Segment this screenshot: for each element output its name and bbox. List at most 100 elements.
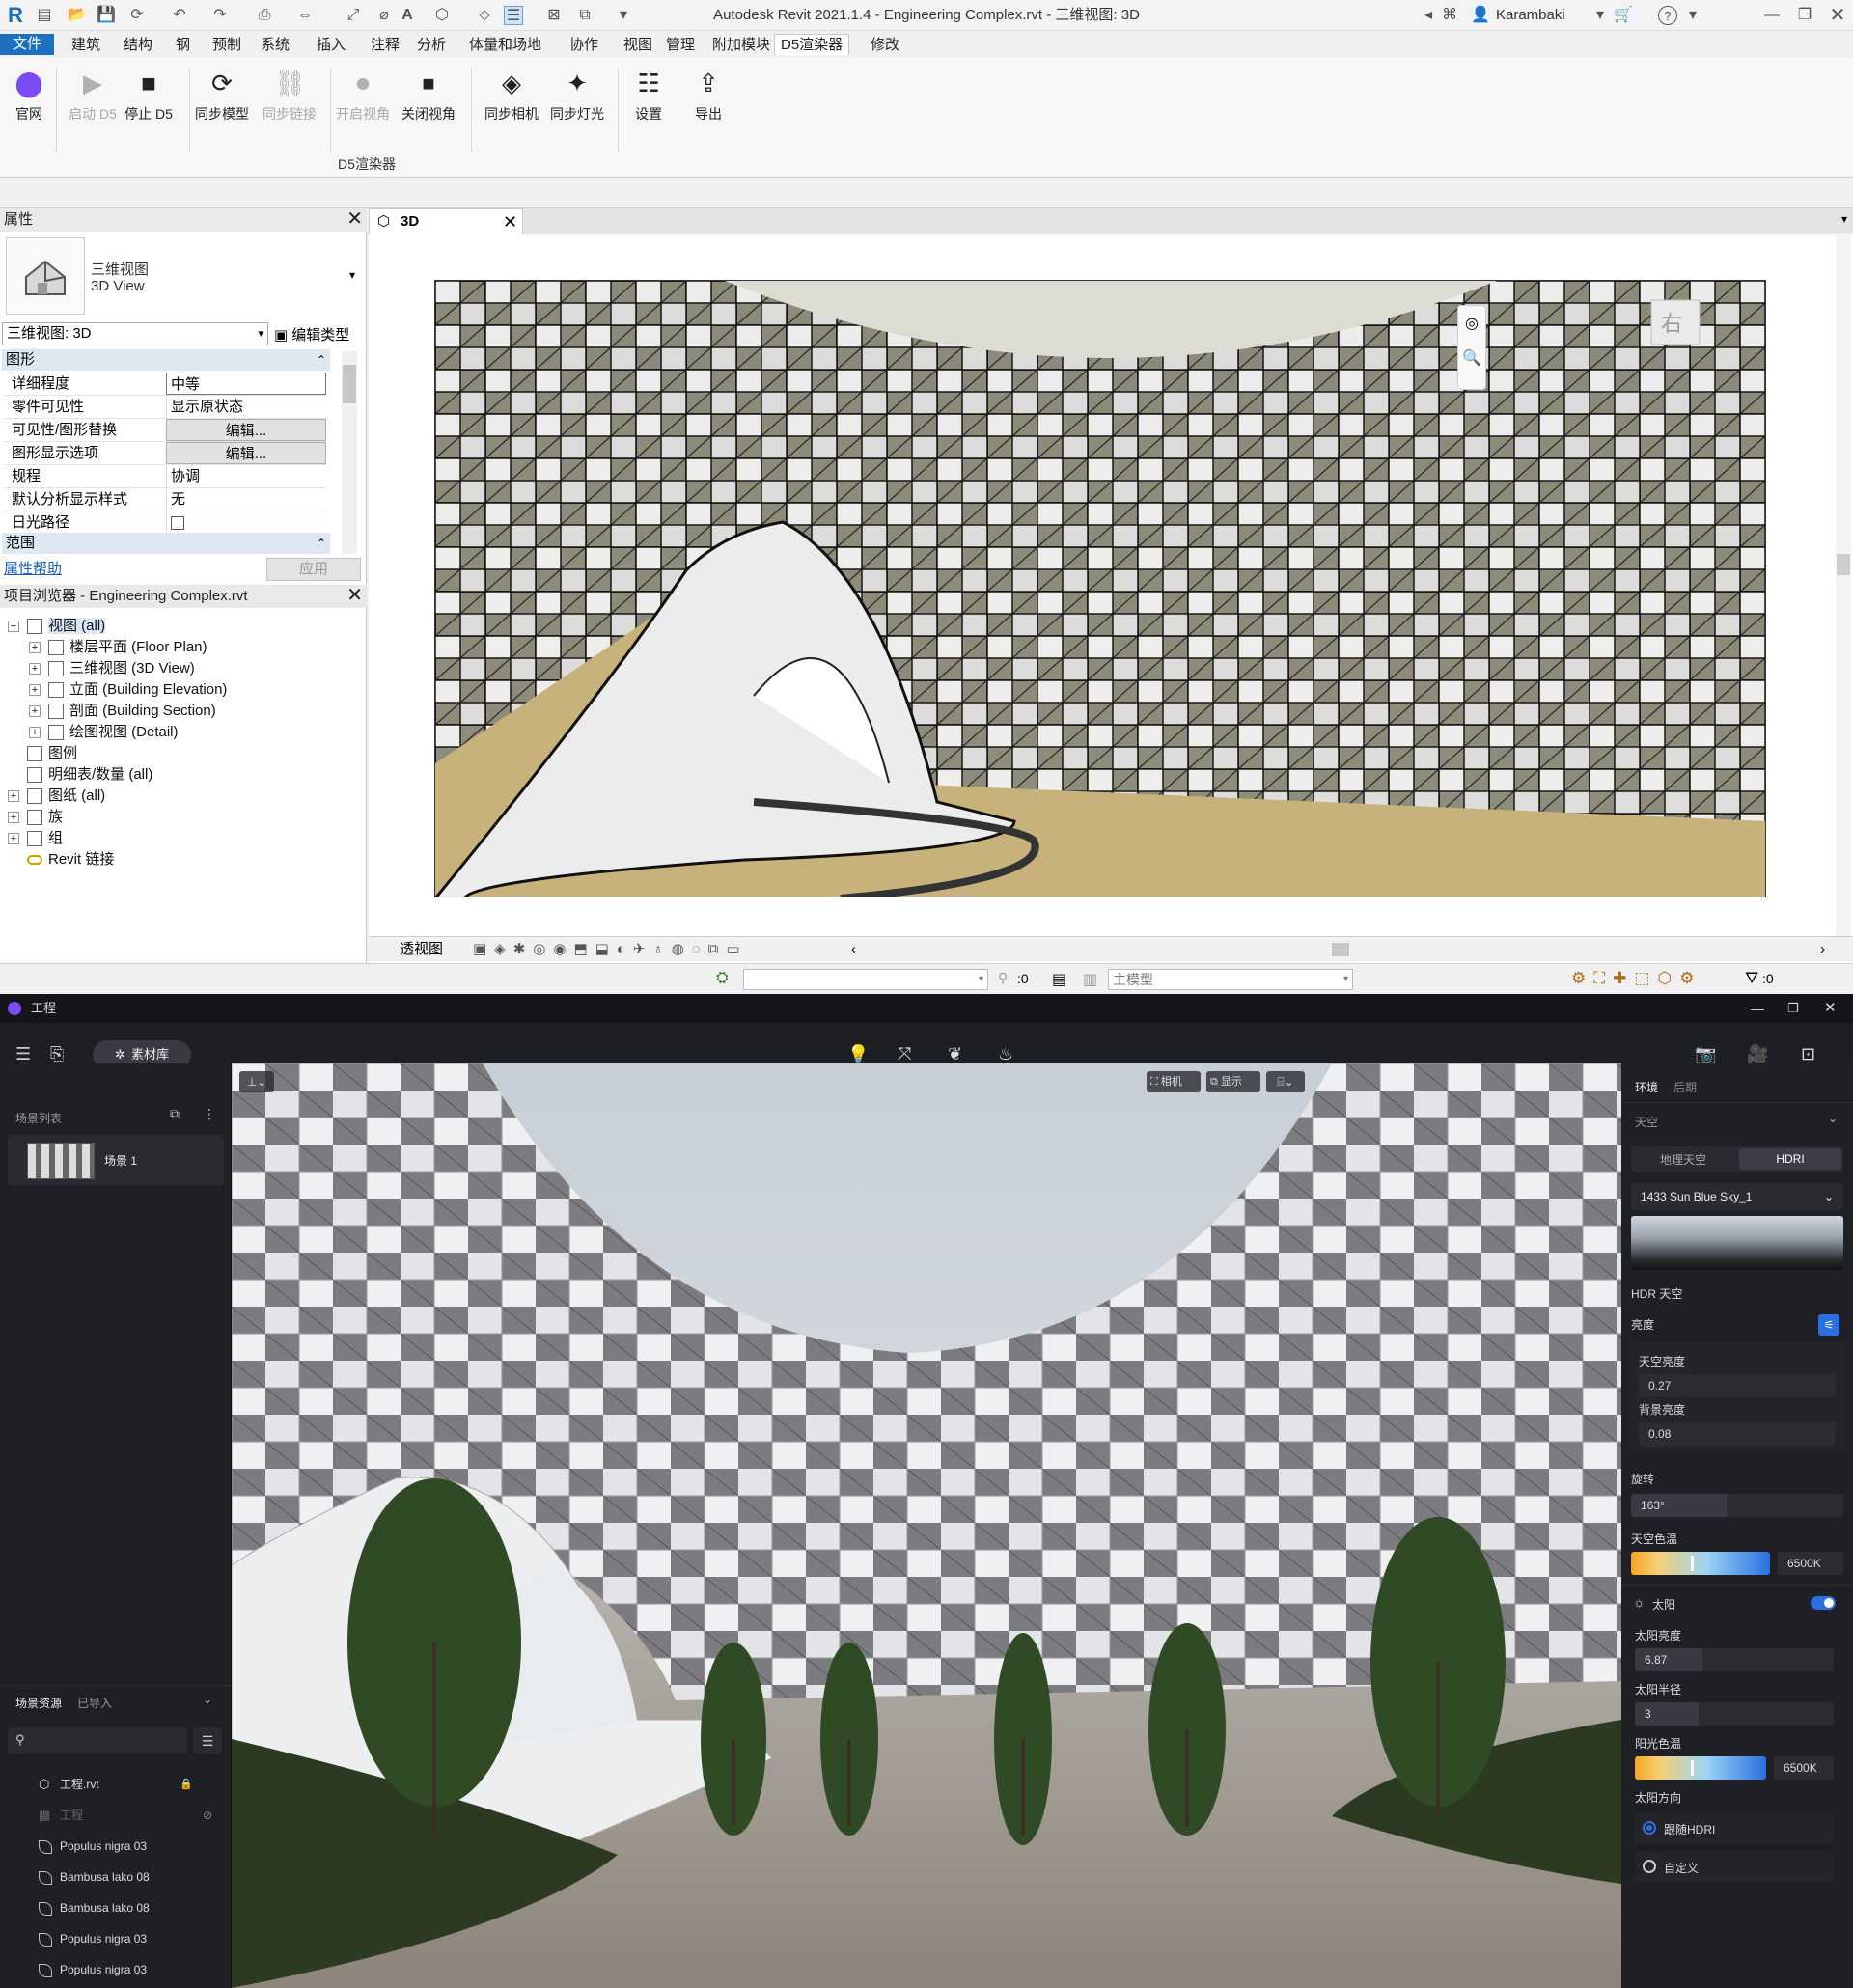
- zoom-icon[interactable]: 🔍: [1458, 348, 1485, 368]
- list-view-icon[interactable]: ☰: [193, 1727, 222, 1754]
- view-selector[interactable]: 三维视图: 3D ▾: [2, 322, 268, 345]
- view-tab-3d[interactable]: ⬡ 3D ✕: [369, 208, 523, 234]
- lock-icon[interactable]: 🔒: [180, 1774, 193, 1795]
- asset-item[interactable]: ⬡ 工程.rvt 🔒: [39, 1774, 193, 1795]
- gizmo-dropdown-icon[interactable]: ⊥⌄: [239, 1071, 274, 1092]
- tab-menu-icon[interactable]: ▾: [1841, 212, 1847, 226]
- chevron-down-icon[interactable]: ⌄: [203, 1693, 212, 1706]
- expand-icon[interactable]: +: [29, 727, 41, 739]
- expand-icon[interactable]: +: [29, 642, 41, 654]
- property-value[interactable]: 协调: [166, 465, 326, 487]
- menu-5[interactable]: 系统: [255, 35, 295, 56]
- menu-8[interactable]: 分析: [411, 35, 452, 56]
- browser-node[interactable]: + 剖面 (Building Section): [29, 701, 216, 722]
- menu-0[interactable]: 文件: [0, 34, 54, 55]
- cart-icon[interactable]: 🛒: [1614, 6, 1633, 25]
- property-value[interactable]: 无: [166, 488, 326, 511]
- section-extent[interactable]: 范围 ⌃: [2, 533, 330, 554]
- sun-dir-option-hdri[interactable]: 跟随HDRI: [1635, 1812, 1834, 1843]
- ribbon-button-0[interactable]: ⬤ 官网: [0, 68, 58, 124]
- asset-item[interactable]: Populus nigra 03: [39, 1959, 147, 1980]
- close-tab-icon[interactable]: ✕: [503, 209, 517, 235]
- ribbon-button-2[interactable]: ■ 停止 D5: [120, 68, 178, 124]
- tab-environment[interactable]: 环境: [1635, 1079, 1658, 1095]
- help-dropdown-icon[interactable]: ▾: [1683, 6, 1702, 25]
- hdri-select[interactable]: 1433 Sun Blue Sky_1 ⌄: [1631, 1183, 1843, 1210]
- browser-node[interactable]: + 三维视图 (3D View): [29, 658, 195, 679]
- ribbon-button-8[interactable]: ✦ 同步灯光: [548, 68, 606, 124]
- adjust-icon[interactable]: ⚟: [1818, 1314, 1839, 1336]
- section-graphics[interactable]: 图形 ⌃: [2, 349, 330, 371]
- effects-icon[interactable]: ♨: [998, 1044, 1013, 1064]
- restore-icon[interactable]: ❐: [1795, 6, 1814, 25]
- camera-button[interactable]: ⛶ 相机: [1147, 1071, 1201, 1092]
- menu-icon[interactable]: ☰: [15, 1044, 31, 1064]
- restore-icon[interactable]: ❐: [1787, 994, 1799, 1023]
- ribbon-button-7[interactable]: ◈ 同步相机: [483, 68, 540, 124]
- asset-item[interactable]: Populus nigra 03: [39, 1836, 147, 1857]
- selection-options-icons[interactable]: ⚙⛶✚⬚⬡⚙: [1571, 969, 1702, 988]
- design-option-dropdown[interactable]: 主模型 ▾: [1108, 969, 1353, 990]
- steering-wheel-icon[interactable]: ◎: [1458, 314, 1485, 333]
- more-icon[interactable]: ⋮: [203, 1106, 216, 1122]
- close-icon[interactable]: ✕: [1828, 6, 1847, 25]
- menu-10[interactable]: 协作: [564, 35, 604, 56]
- help-icon[interactable]: ?: [1658, 6, 1677, 25]
- view-mode-dropdown-icon[interactable]: ⌸⌄: [1266, 1071, 1305, 1092]
- menu-9[interactable]: 体量和场地: [463, 35, 547, 56]
- scene-item[interactable]: 场景 1: [8, 1135, 224, 1185]
- minimize-icon[interactable]: —: [1751, 994, 1764, 1023]
- close-icon[interactable]: ✕: [346, 585, 363, 606]
- ribbon-button-3[interactable]: ⟳ 同步模型: [193, 68, 251, 124]
- close-icon[interactable]: ✕: [1824, 994, 1837, 1023]
- chevron-down-icon[interactable]: ⌄: [1828, 1112, 1838, 1125]
- expand-icon[interactable]: +: [29, 663, 41, 676]
- tab-post[interactable]: 后期: [1673, 1079, 1697, 1095]
- minimize-icon[interactable]: —: [1762, 6, 1782, 25]
- user-icon[interactable]: 👤: [1471, 6, 1490, 25]
- property-value[interactable]: 编辑...: [166, 442, 326, 464]
- properties-help-link[interactable]: 属性帮助: [4, 558, 62, 578]
- ribbon-button-4[interactable]: ⛓ 同步链接: [261, 68, 318, 124]
- worksets-icon[interactable]: ⛭: [716, 970, 729, 987]
- view-vertical-scrollbar[interactable]: [1836, 235, 1851, 950]
- menu-14[interactable]: D5渲染器: [774, 34, 850, 55]
- light-icon[interactable]: 💡: [847, 1044, 869, 1064]
- asset-item[interactable]: Bambusa lako 08: [39, 1866, 150, 1888]
- rotation-slider[interactable]: 163°: [1631, 1494, 1843, 1517]
- menu-3[interactable]: 钢: [170, 35, 196, 56]
- menu-13[interactable]: 附加模块: [706, 35, 776, 56]
- asset-item[interactable]: Populus nigra 03: [39, 1928, 147, 1949]
- close-icon[interactable]: ✕: [346, 208, 363, 230]
- ribbon-button-5[interactable]: ⏺ 开启视角: [334, 68, 392, 124]
- menu-1[interactable]: 建筑: [66, 35, 106, 56]
- property-value[interactable]: 中等: [166, 373, 326, 395]
- browser-node[interactable]: + 组: [8, 828, 63, 849]
- bg-brightness-input[interactable]: 0.08: [1639, 1422, 1836, 1446]
- inbox-icon[interactable]: ⊡: [1801, 1044, 1815, 1064]
- assets-tab-imported[interactable]: 已导入: [77, 1695, 112, 1711]
- browser-node[interactable]: + 族: [8, 807, 63, 828]
- sun-toggle[interactable]: [1811, 1596, 1836, 1610]
- type-dropdown-icon[interactable]: ▾: [349, 268, 355, 282]
- view-control-icons[interactable]: ▣◈✱◎◉⬒⬓◐✈♁◍◌⧉▭: [473, 937, 748, 962]
- design-options-icon[interactable]: ▤: [1052, 970, 1066, 989]
- browser-node[interactable]: + 图纸 (all): [8, 786, 105, 807]
- ribbon-button-1[interactable]: ▶ 启动 D5: [64, 68, 122, 124]
- add-scene-icon[interactable]: ⧉: [170, 1106, 180, 1122]
- video-icon[interactable]: 🎥: [1747, 1044, 1768, 1064]
- sky-brightness-input[interactable]: 0.27: [1639, 1374, 1836, 1397]
- browser-node[interactable]: + 楼层平面 (Floor Plan): [29, 637, 207, 658]
- menu-6[interactable]: 插入: [311, 35, 351, 56]
- display-button[interactable]: ⧉ 显示: [1206, 1071, 1260, 1092]
- menu-15[interactable]: 修改: [865, 35, 905, 56]
- property-value[interactable]: 显示原状态: [166, 396, 326, 418]
- sky-temp-slider[interactable]: [1631, 1552, 1770, 1575]
- menu-7[interactable]: 注释: [365, 35, 405, 56]
- import-file-icon[interactable]: ⎘: [50, 1044, 64, 1064]
- prev-arrow-icon[interactable]: ◂: [1419, 6, 1438, 25]
- editable-only-icon[interactable]: ⚲: [998, 970, 1008, 986]
- expand-icon[interactable]: +: [8, 812, 19, 824]
- property-value[interactable]: 编辑...: [166, 419, 326, 441]
- camera-icon[interactable]: 📷: [1695, 1044, 1716, 1064]
